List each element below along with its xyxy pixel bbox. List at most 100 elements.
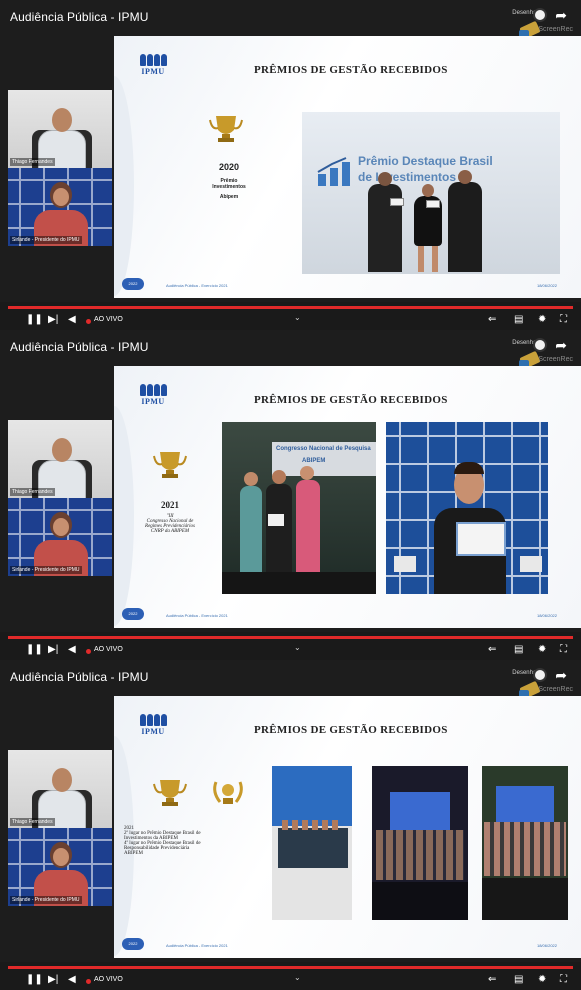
certificate-photo (386, 422, 548, 594)
share-icon[interactable]: ➦ (555, 338, 567, 352)
video-title[interactable]: Audiência Pública - IPMU (10, 10, 148, 24)
person-figure (296, 480, 320, 576)
award-description: 2020 Prêmio Investimentos Abipem (194, 162, 264, 200)
screenrec-watermark: ScreenRec (538, 686, 573, 693)
live-label[interactable]: AO VIVO (94, 976, 123, 983)
live-label[interactable]: AO VIVO (94, 646, 123, 653)
ipmu-logo: IPMU (134, 376, 172, 414)
photo-banner-line2: ABIPEM (302, 458, 326, 464)
ipmu-logo: IPMU (134, 46, 172, 84)
player-controls-bar: ❚❚ ▶| ◀ AO VIVO ⌄ ⇐ ▤ ✹ ⛶ (0, 302, 581, 330)
conference-group-photo: Congresso Nacional de Pesquisa ABIPEM (222, 422, 376, 594)
webcam-participant-2: Sirlande - Presidente do IPMU (8, 498, 112, 576)
certificate (456, 522, 506, 556)
screenshot-stack: Audiência Pública - IPMU Desenhado ➦ Scr… (0, 0, 581, 990)
live-indicator-dot (86, 979, 91, 984)
volume-icon[interactable]: ◀ (68, 974, 76, 985)
progress-bar[interactable] (8, 306, 573, 309)
pause-icon[interactable]: ❚❚ (26, 974, 43, 985)
settings-gear-icon[interactable]: ✹ (538, 644, 546, 655)
live-indicator-dot (86, 649, 91, 654)
chat-toggle-icon[interactable]: ⇐ (488, 974, 496, 985)
screenrec-watermark: ScreenRec (538, 356, 573, 363)
certificate (268, 514, 284, 526)
webcam-participant-2: Sirlande - Presidente do IPMU (8, 168, 112, 246)
share-icon[interactable]: ➦ (555, 668, 567, 682)
subtitles-icon[interactable]: ▤ (514, 974, 523, 985)
group-of-people (278, 828, 348, 868)
person-figure (240, 486, 262, 576)
participant-name-label: Thiago Fernandes (10, 488, 55, 496)
person-figure (448, 182, 482, 272)
volume-icon[interactable]: ◀ (68, 644, 76, 655)
live-label[interactable]: AO VIVO (94, 316, 123, 323)
participant-name-label: Sirlande - Presidente do IPMU (10, 236, 82, 244)
group-of-people (484, 822, 566, 876)
video-title[interactable]: Audiência Pública - IPMU (10, 670, 148, 684)
participant-name-label: Sirlande - Presidente do IPMU (10, 896, 82, 904)
office-group-photo (272, 766, 352, 920)
trophy-icon (153, 780, 187, 806)
trophy-icon (209, 116, 243, 142)
clock-icon[interactable] (533, 8, 547, 22)
person-head (52, 108, 72, 132)
photo-banner-line1: Prêmio Destaque Brasil (358, 154, 493, 168)
settings-gear-icon[interactable]: ✹ (538, 314, 546, 325)
participant-name-label: Sirlande - Presidente do IPMU (10, 566, 82, 574)
progress-bar[interactable] (8, 966, 573, 969)
video-frame-1: Audiência Pública - IPMU Desenhado ➦ Scr… (0, 0, 581, 330)
award-plaque (390, 198, 404, 206)
person-face (53, 188, 69, 206)
next-icon[interactable]: ▶| (48, 314, 58, 325)
fullscreen-icon[interactable]: ⛶ (560, 974, 567, 985)
award-year: 2021 (161, 500, 179, 510)
slide-title: PRÊMIOS DE GESTÃO RECEBIDOS (254, 64, 448, 76)
award-plaque (426, 200, 440, 208)
trophy-icon (153, 452, 187, 478)
slide-title: PRÊMIOS DE GESTÃO RECEBIDOS (254, 724, 448, 736)
footer-date: 18/06/2022 (536, 943, 557, 948)
footer-caption: Audiência Pública - Exercício 2021 (166, 613, 228, 618)
presentation-slide: IPMU PRÊMIOS DE GESTÃO RECEBIDOS 2021 2º… (114, 696, 581, 958)
photo-banner-line1: Congresso Nacional de Pesquisa (276, 446, 371, 452)
pause-icon[interactable]: ❚❚ (26, 314, 43, 325)
chart-growth-icon (317, 157, 350, 186)
share-icon[interactable]: ➦ (555, 8, 567, 22)
live-indicator-dot (86, 319, 91, 324)
next-icon[interactable]: ▶| (48, 974, 58, 985)
ipmu-logo: IPMU (134, 706, 172, 744)
award-description: 2021 2º lugar no Prêmio Destaque Brasil … (124, 826, 264, 856)
clock-icon[interactable] (533, 338, 547, 352)
player-controls-bar: ❚❚ ▶| ◀ AO VIVO ⌄ ⇐ ▤ ✹ ⛶ (0, 632, 581, 660)
progress-bar[interactable] (8, 636, 573, 639)
footer-year-pill: 2022 (122, 608, 144, 620)
pause-icon[interactable]: ❚❚ (26, 644, 43, 655)
volume-icon[interactable]: ◀ (68, 314, 76, 325)
chevron-down-icon[interactable]: ⌄ (294, 313, 301, 322)
chevron-down-icon[interactable]: ⌄ (294, 973, 301, 982)
footer-caption: Audiência Pública - Exercício 2021 (166, 283, 228, 288)
next-icon[interactable]: ▶| (48, 644, 58, 655)
slide-title: PRÊMIOS DE GESTÃO RECEBIDOS (254, 394, 448, 406)
fullscreen-icon[interactable]: ⛶ (560, 644, 567, 655)
chat-toggle-icon[interactable]: ⇐ (488, 644, 496, 655)
subtitles-icon[interactable]: ▤ (514, 644, 523, 655)
clock-icon[interactable] (533, 668, 547, 682)
award-year: 2020 (218, 162, 240, 172)
footer-year-pill: 2022 (122, 938, 144, 950)
event-group-photo (482, 766, 568, 920)
settings-gear-icon[interactable]: ✹ (538, 974, 546, 985)
video-frame-3: Audiência Pública - IPMU Desenhado ➦ Scr… (0, 660, 581, 990)
participant-name-label: Thiago Fernandes (10, 158, 55, 166)
subtitles-icon[interactable]: ▤ (514, 314, 523, 325)
footer-caption: Audiência Pública - Exercício 2021 (166, 943, 228, 948)
fullscreen-icon[interactable]: ⛶ (560, 314, 567, 325)
group-of-people (376, 830, 464, 880)
event-stage-photo (372, 766, 468, 920)
chat-toggle-icon[interactable]: ⇐ (488, 314, 496, 325)
screenrec-watermark: ScreenRec (538, 26, 573, 33)
chevron-down-icon[interactable]: ⌄ (294, 643, 301, 652)
award-description: 2021 "III Congresso Nacional de Regimes … (132, 500, 208, 534)
footer-date: 18/06/2022 (536, 283, 557, 288)
video-title[interactable]: Audiência Pública - IPMU (10, 340, 148, 354)
